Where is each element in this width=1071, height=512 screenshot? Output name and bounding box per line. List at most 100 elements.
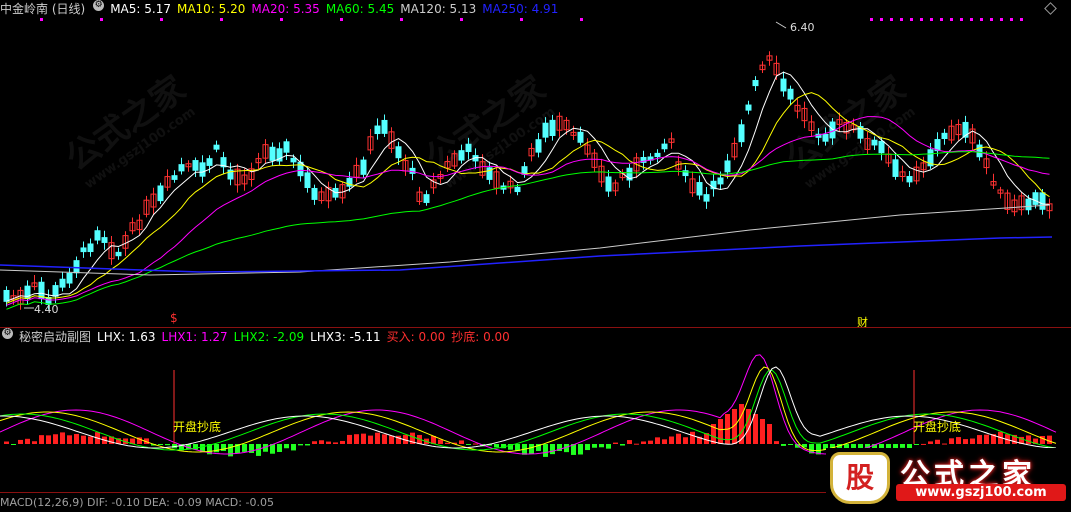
resistance-dot xyxy=(870,18,873,21)
candle xyxy=(80,247,87,253)
candle xyxy=(115,251,122,257)
low-price-label: 4.40 xyxy=(34,303,59,316)
signal-s-marker: $ xyxy=(170,311,178,325)
ma120-line xyxy=(0,204,1051,276)
indicator-bar xyxy=(382,434,387,444)
indicator-bar xyxy=(319,440,324,444)
indicator-bar xyxy=(277,444,282,452)
high-price-label: 6.40 xyxy=(790,21,815,34)
indicator-bar xyxy=(305,444,310,446)
candle xyxy=(535,139,542,153)
candle xyxy=(787,88,794,100)
indicator-bar xyxy=(781,444,786,446)
candle xyxy=(171,175,178,180)
resistance-dot xyxy=(950,18,953,21)
indicator-bar xyxy=(466,444,471,445)
indicator-bar xyxy=(74,433,79,444)
candle xyxy=(514,186,521,193)
resistance-dot xyxy=(1020,18,1023,21)
indicator-bar xyxy=(284,444,289,449)
indicator-bar xyxy=(753,414,758,444)
indicator-bar xyxy=(928,441,933,444)
indicator-bar xyxy=(914,444,919,445)
candle xyxy=(311,187,318,200)
indicator-bar xyxy=(11,444,16,445)
bottom-fishing-value: 抄底: 0.00 xyxy=(451,330,510,344)
candle xyxy=(59,278,66,288)
resistance-dot xyxy=(1010,18,1013,21)
indicator-bar xyxy=(921,443,926,445)
candle xyxy=(290,157,297,163)
indicator-bar xyxy=(228,444,233,457)
candle xyxy=(906,176,913,183)
kline-chart[interactable] xyxy=(0,0,1071,505)
indicator-name[interactable]: 秘密启动副图 xyxy=(19,328,91,346)
indicator-bar xyxy=(494,444,499,448)
indicator-bar xyxy=(935,439,940,444)
resistance-dot xyxy=(930,18,933,21)
candle xyxy=(395,146,402,159)
resistance-dot xyxy=(280,18,283,21)
candle xyxy=(745,104,752,111)
candle xyxy=(87,243,94,253)
candle xyxy=(52,285,59,297)
candle xyxy=(941,132,948,140)
indicator-bar xyxy=(599,444,604,448)
candle xyxy=(878,140,885,154)
indicator-bar xyxy=(606,444,611,449)
candle xyxy=(717,177,724,185)
candle xyxy=(1032,192,1039,205)
lhx-line xyxy=(0,366,1057,453)
indicator-bar xyxy=(368,435,373,444)
candle xyxy=(409,167,416,174)
indicator-bar xyxy=(312,441,317,444)
indicator-bar xyxy=(1026,435,1031,444)
candle xyxy=(192,160,199,171)
resistance-dot xyxy=(890,18,893,21)
indicator-bar xyxy=(963,439,968,444)
indicator-bar xyxy=(984,434,989,444)
indicator-bar xyxy=(655,437,660,444)
candle xyxy=(73,260,80,274)
candle xyxy=(780,78,787,92)
lhx2-value: LHX2: -2.09 xyxy=(233,330,305,344)
candle xyxy=(423,194,430,203)
indicator-settings-icon[interactable]: ⚙ xyxy=(2,328,13,339)
resistance-dot xyxy=(900,18,903,21)
candle xyxy=(66,272,73,284)
macd-header: MACD(12,26,9) DIF: -0.10 DEA: -0.09 MACD… xyxy=(0,496,274,509)
indicator-bar xyxy=(676,433,681,444)
indicator-bar xyxy=(4,441,9,444)
indicator-bar xyxy=(592,444,597,448)
indicator-bar xyxy=(977,435,982,444)
high-pointer xyxy=(775,21,787,29)
indicator-bar xyxy=(529,444,534,454)
resistance-dot xyxy=(980,18,983,21)
signal-label: 开盘抄底 xyxy=(173,420,222,434)
candle xyxy=(738,124,745,143)
indicator-bar xyxy=(627,440,632,444)
indicator-bar xyxy=(18,439,23,444)
indicator-bar xyxy=(32,441,37,444)
resistance-dot xyxy=(580,18,583,21)
candle xyxy=(871,139,878,146)
indicator-bar xyxy=(165,444,170,446)
indicator-bar xyxy=(634,443,639,445)
candle xyxy=(269,146,276,161)
indicator-bar xyxy=(620,444,625,446)
indicator-bar xyxy=(25,438,30,444)
indicator-bar xyxy=(46,435,51,444)
candle xyxy=(752,80,759,87)
resistance-dot xyxy=(460,18,463,21)
resistance-dot xyxy=(160,18,163,21)
indicator-bar xyxy=(774,441,779,444)
ma20-line xyxy=(6,116,1050,306)
indicator-bar xyxy=(347,434,352,444)
indicator-bar xyxy=(200,444,205,452)
indicator-header: ⚙ 秘密启动副图 LHX: 1.63 LHX1: 1.27 LHX2: -2.0… xyxy=(0,328,516,346)
candle xyxy=(542,122,549,138)
indicator-bar xyxy=(60,432,65,444)
indicator-bar xyxy=(550,444,555,455)
candle xyxy=(199,162,206,177)
candle xyxy=(661,143,668,150)
